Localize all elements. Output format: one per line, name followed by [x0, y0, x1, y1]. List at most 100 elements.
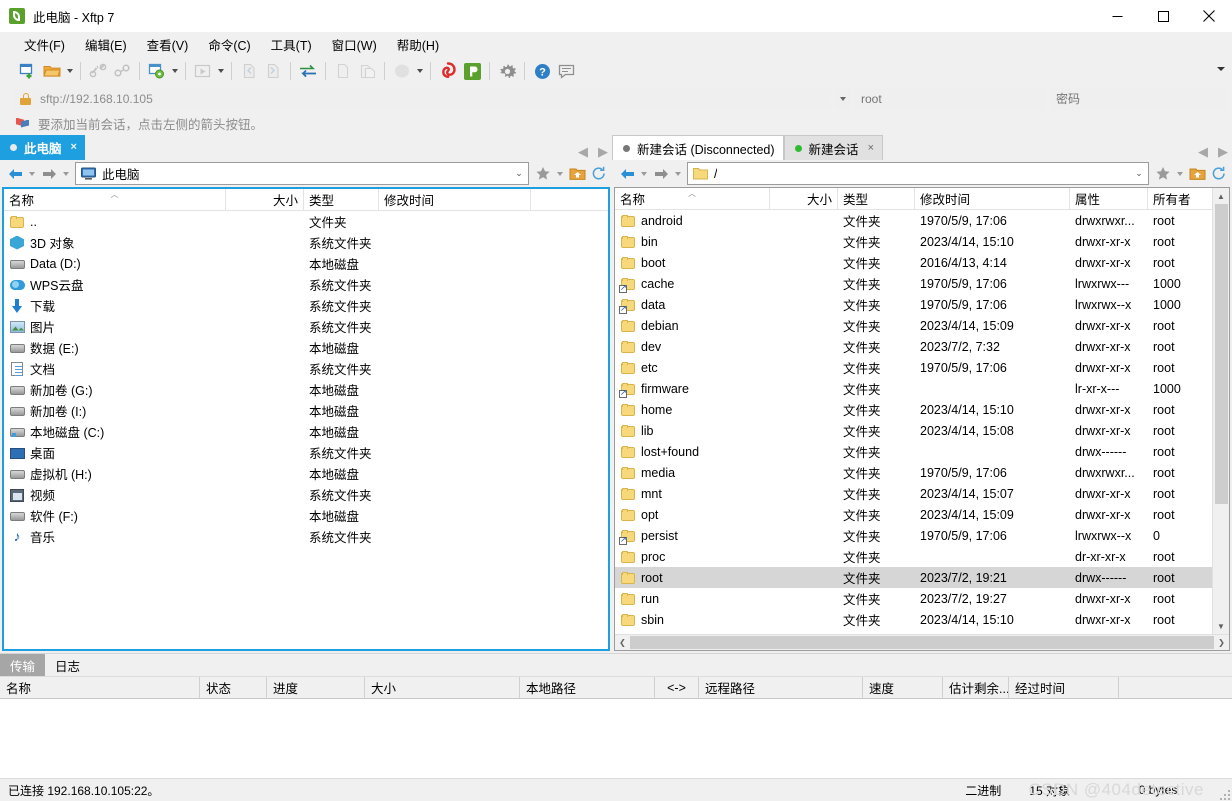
scroll-down-icon[interactable]: ▼: [1213, 618, 1229, 634]
transfer-column-header[interactable]: 本地路径: [520, 677, 655, 698]
column-header-owner[interactable]: 所有者: [1148, 188, 1212, 209]
column-header-modified[interactable]: 修改时间: [915, 188, 1070, 209]
xftp-icon[interactable]: [460, 59, 484, 83]
table-row[interactable]: 3D 对象 系统文件夹: [4, 232, 608, 253]
table-row[interactable]: root 文件夹 2023/7/2, 19:21 drwx------ root: [615, 567, 1212, 588]
home-folder-icon[interactable]: [566, 163, 588, 185]
settings-gear-icon[interactable]: [495, 59, 519, 83]
table-row[interactable]: 视频 系统文件夹: [4, 484, 608, 505]
vertical-scroll-track[interactable]: [1213, 204, 1229, 618]
menu-file[interactable]: 文件(F): [14, 32, 75, 57]
column-header-name[interactable]: 名称 ︿: [615, 188, 770, 209]
table-row[interactable]: 软件 (F:) 本地磁盘: [4, 505, 608, 526]
back-history-dropdown-icon[interactable]: [638, 163, 650, 185]
tab-transfer[interactable]: 传输: [0, 654, 46, 676]
table-row[interactable]: persist 文件夹 1970/5/9, 17:06 lrwxrwx--x 0: [615, 525, 1212, 546]
column-header-size[interactable]: 大小: [226, 189, 304, 210]
horizontal-scroll-track[interactable]: [630, 635, 1214, 650]
sync-transfer-icon[interactable]: [296, 59, 320, 83]
tab-session-disconnected[interactable]: 新建会话 (Disconnected): [612, 135, 784, 160]
table-row[interactable]: WPS云盘 系统文件夹: [4, 274, 608, 295]
run-dropdown-icon[interactable]: [215, 59, 226, 83]
remote-vertical-scrollbar[interactable]: ▲ ▼: [1212, 188, 1229, 634]
tab-this-pc[interactable]: 此电脑 ×: [0, 135, 85, 160]
table-row[interactable]: cache 文件夹 1970/5/9, 17:06 lrwxrwx--- 1000: [615, 273, 1212, 294]
table-row[interactable]: ♪ 音乐 系统文件夹: [4, 526, 608, 547]
table-row[interactable]: .. 文件夹: [4, 211, 608, 232]
maximize-button[interactable]: [1140, 0, 1186, 32]
transfer-column-header[interactable]: 进度: [267, 677, 365, 698]
open-folder-dropdown-icon[interactable]: [64, 59, 75, 83]
column-header-attributes[interactable]: 属性: [1070, 188, 1148, 209]
tab-scroll-right-icon[interactable]: ▶: [1218, 145, 1228, 158]
transfer-column-header[interactable]: 速度: [863, 677, 943, 698]
table-row[interactable]: 本地磁盘 (C:) 本地磁盘: [4, 421, 608, 442]
table-row[interactable]: data 文件夹 1970/5/9, 17:06 lrwxrwx--x 1000: [615, 294, 1212, 315]
table-row[interactable]: lost+found 文件夹 drwx------ root: [615, 441, 1212, 462]
column-header-type[interactable]: 类型: [304, 189, 379, 210]
remote-path-dropdown-icon[interactable]: ⌄: [1130, 168, 1148, 179]
transfer-column-header[interactable]: <->: [655, 677, 699, 698]
tab-scroll-left-icon[interactable]: ◀: [1198, 145, 1208, 158]
table-row[interactable]: proc 文件夹 dr-xr-xr-x root: [615, 546, 1212, 567]
refresh-icon[interactable]: [588, 163, 610, 185]
table-row[interactable]: debian 文件夹 2023/4/14, 15:09 drwxr-xr-x root: [615, 315, 1212, 336]
back-button[interactable]: [616, 163, 638, 185]
transfer-column-header[interactable]: 状态: [200, 677, 267, 698]
vertical-scroll-thumb[interactable]: [1214, 204, 1228, 504]
scroll-left-icon[interactable]: ❮: [615, 635, 630, 650]
close-button[interactable]: [1186, 0, 1232, 32]
table-row[interactable]: 下载 系统文件夹: [4, 295, 608, 316]
table-row[interactable]: boot 文件夹 2016/4/13, 4:14 drwxr-xr-x root: [615, 252, 1212, 273]
minimize-button[interactable]: [1094, 0, 1140, 32]
help-icon[interactable]: ?: [530, 59, 554, 83]
forward-history-dropdown-icon[interactable]: [672, 163, 684, 185]
scroll-up-icon[interactable]: ▲: [1213, 188, 1229, 204]
tab-close-icon[interactable]: ×: [868, 142, 874, 154]
menu-window[interactable]: 窗口(W): [322, 32, 387, 57]
bookmark-star-icon[interactable]: [1152, 163, 1174, 185]
table-row[interactable]: mnt 文件夹 2023/4/14, 15:07 drwxr-xr-x root: [615, 483, 1212, 504]
session-settings-icon[interactable]: [145, 59, 169, 83]
menu-tools[interactable]: 工具(T): [261, 32, 322, 57]
local-path-dropdown-icon[interactable]: ⌄: [510, 168, 528, 179]
bookmark-dropdown-icon[interactable]: [554, 163, 566, 185]
bookmark-dropdown-icon[interactable]: [1174, 163, 1186, 185]
forward-button[interactable]: [650, 163, 672, 185]
table-row[interactable]: media 文件夹 1970/5/9, 17:06 drwxrwxr... root: [615, 462, 1212, 483]
address-history-dropdown-icon[interactable]: [835, 89, 851, 109]
table-row[interactable]: bin 文件夹 2023/4/14, 15:10 drwxr-xr-x root: [615, 231, 1212, 252]
remote-horizontal-scrollbar[interactable]: ❮ ❯: [615, 634, 1229, 650]
table-row[interactable]: etc 文件夹 1970/5/9, 17:06 drwxr-xr-x root: [615, 357, 1212, 378]
open-folder-icon[interactable]: [40, 59, 64, 83]
toolbar-overflow-icon[interactable]: [1216, 64, 1226, 74]
transfer-column-header[interactable]: 大小: [365, 677, 520, 698]
menu-help[interactable]: 帮助(H): [387, 32, 449, 57]
menu-view[interactable]: 查看(V): [137, 32, 199, 57]
feedback-icon[interactable]: [554, 59, 578, 83]
scroll-right-icon[interactable]: ❯: [1214, 635, 1229, 650]
session-settings-dropdown-icon[interactable]: [169, 59, 180, 83]
remote-path-input[interactable]: / ⌄: [687, 162, 1149, 185]
password-input[interactable]: [1050, 88, 1226, 110]
table-row[interactable]: home 文件夹 2023/4/14, 15:10 drwxr-xr-x root: [615, 399, 1212, 420]
table-row[interactable]: dev 文件夹 2023/7/2, 7:32 drwxr-xr-x root: [615, 336, 1212, 357]
new-session-icon[interactable]: [16, 59, 40, 83]
menu-command[interactable]: 命令(C): [198, 32, 260, 57]
ellipse-dropdown-icon[interactable]: [414, 59, 425, 83]
xshell-icon[interactable]: [436, 59, 460, 83]
forward-button[interactable]: [38, 163, 60, 185]
bookmark-star-icon[interactable]: [532, 163, 554, 185]
back-button[interactable]: [4, 163, 26, 185]
horizontal-scroll-thumb[interactable]: [630, 636, 1214, 649]
table-row[interactable]: 图片 系统文件夹: [4, 316, 608, 337]
local-path-input[interactable]: 此电脑 ⌄: [75, 162, 529, 185]
transfer-column-header[interactable]: 名称: [0, 677, 200, 698]
column-header-modified[interactable]: 修改时间: [379, 189, 531, 210]
tab-scroll-left-icon[interactable]: ◀: [578, 145, 588, 158]
tab-log[interactable]: 日志: [45, 654, 90, 676]
tab-scroll-right-icon[interactable]: ▶: [598, 145, 608, 158]
menu-edit[interactable]: 编辑(E): [75, 32, 137, 57]
transfer-list-body[interactable]: [0, 699, 1232, 778]
table-row[interactable]: opt 文件夹 2023/4/14, 15:09 drwxr-xr-x root: [615, 504, 1212, 525]
